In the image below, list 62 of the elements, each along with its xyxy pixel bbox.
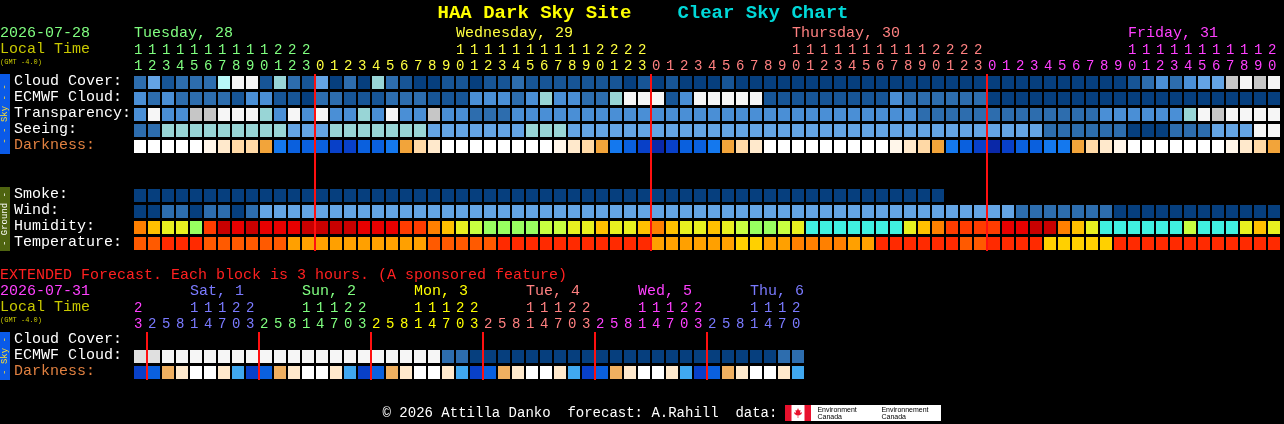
site-title: HAA Dark Sky Site <box>437 2 632 24</box>
midnight-line <box>482 332 484 380</box>
hour-tens: 11122 <box>190 300 260 316</box>
day-label: Sun, 2 <box>302 284 356 300</box>
midnight-line <box>594 332 596 380</box>
day-label: Tue, 4 <box>526 284 580 300</box>
flag-icon <box>785 405 812 421</box>
day-label: Mon, 3 <box>414 284 468 300</box>
hour-ones: 1234567890123 <box>134 58 316 74</box>
row-label: Cloud Cover: <box>13 74 124 90</box>
hour-ones: 25814703 <box>372 316 484 332</box>
row-label: Darkness: <box>13 364 96 380</box>
midnight-line <box>370 332 372 380</box>
hour-ones: 25814703 <box>148 316 260 332</box>
row-label: Smoke: <box>13 187 69 203</box>
section-label: - Ground - <box>0 192 10 246</box>
hour-ones: 3 <box>134 316 148 332</box>
day-label: Wed, 5 <box>638 284 692 300</box>
row-label: Temperature: <box>13 235 124 251</box>
row-label: Humidity: <box>13 219 96 235</box>
section-label: - - Sky - - <box>0 84 10 144</box>
hour-tens: 2 <box>134 300 148 316</box>
row-label: Cloud Cover: <box>13 332 124 348</box>
hour-ones: 012345678901234567890123 <box>316 58 652 74</box>
hour-tens: 1111111111222 <box>134 42 317 58</box>
midnight-line <box>258 332 260 380</box>
midnight-line <box>146 332 148 380</box>
row-label: Seeing: <box>13 122 78 138</box>
hour-tens: 11122 <box>414 300 484 316</box>
day-label: Thu, 6 <box>750 284 804 300</box>
credit-text: © 2026 Attilla Danko forecast: A.Rahill data: <box>382 405 778 421</box>
hour-ones: 2581470 <box>708 316 806 332</box>
hour-ones: 25814703 <box>484 316 596 332</box>
hour-tens: 11122 <box>638 300 708 316</box>
hour-tens: 11122 <box>302 300 372 316</box>
local-time-label: Local Time <box>0 42 91 58</box>
midnight-line <box>706 332 708 380</box>
hour-tens: 1112 <box>750 300 806 316</box>
hour-tens: 11122 <box>526 300 596 316</box>
row-label: Darkness: <box>13 138 96 154</box>
day-label: Wednesday, 29 <box>456 26 574 42</box>
hour-ones: 25814703 <box>260 316 372 332</box>
hour-tens: 11111111112222 <box>456 42 653 58</box>
hour-ones: 012345678901234567890 <box>988 58 1282 74</box>
day-label: Sat, 1 <box>190 284 244 300</box>
row-label: ECMWF Cloud: <box>13 90 124 106</box>
extended-forecast-note: EXTENDED Forecast. Each block is 3 hours. (A sponsored feature) <box>0 268 569 284</box>
hour-ones: 012345678901234567890123 <box>652 58 988 74</box>
row-label: Transparency: <box>13 106 133 122</box>
forecast-date: 2026-07-31 <box>0 284 91 300</box>
row-label: Wind: <box>13 203 60 219</box>
hour-tens: 11111111112 <box>1128 42 1282 58</box>
day-label: Tuesday, 28 <box>134 26 234 42</box>
day-label: Friday, 31 <box>1128 26 1218 42</box>
section-label: - Sky - <box>0 337 10 375</box>
forecast-date: 2026-07-28 <box>0 26 91 42</box>
row-label: ECMWF Cloud: <box>13 348 124 364</box>
chart-title: Clear Sky Chart <box>677 2 849 24</box>
local-time-label: Local Time <box>0 300 91 316</box>
hour-tens: 11111111112222 <box>792 42 989 58</box>
hour-ones: 25814703 <box>596 316 708 332</box>
day-label: Thursday, 30 <box>792 26 901 42</box>
